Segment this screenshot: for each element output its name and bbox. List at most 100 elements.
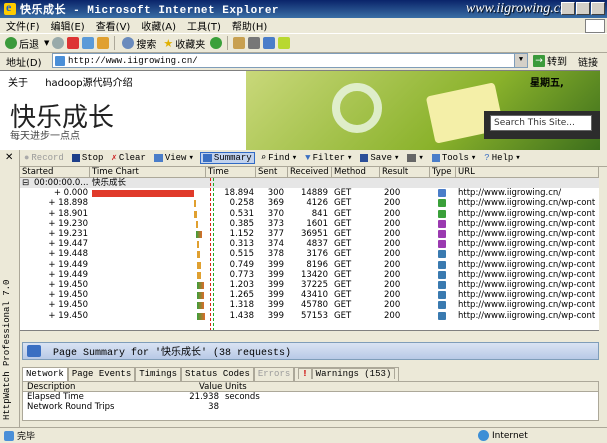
address-input[interactable]: http://www.iigrowing.cn/ ▼	[52, 53, 528, 68]
col-received[interactable]: Received	[288, 167, 332, 178]
history-icon[interactable]	[210, 37, 223, 49]
close-icon[interactable]: ✕	[5, 152, 13, 163]
globe-icon	[478, 430, 489, 441]
tab-status-codes[interactable]: Status Codes	[181, 367, 254, 381]
col-method[interactable]: Method	[332, 167, 380, 178]
refresh-icon[interactable]	[82, 37, 95, 49]
col-started[interactable]: Started	[20, 167, 90, 178]
collapse-icon[interactable]: ⊟	[22, 178, 29, 188]
favorites-button[interactable]: ★ 收藏夹	[161, 36, 207, 51]
table-row[interactable]: + 18.898 0.258 369 4126 GET 200 http://www.iig…	[20, 198, 599, 208]
menu-favorites[interactable]: 收藏(A)	[141, 18, 176, 33]
summary-col-units[interactable]: Units	[225, 382, 247, 392]
table-row[interactable]: + 18.901 0.531 370 841 GET 200 http://www.iigr…	[20, 209, 599, 219]
summary-col-description[interactable]: Description	[27, 382, 75, 392]
httpwatch-toolbar: ● Record Stop ✗ Clear View ▾ Summary ⌕ Find ▾…	[20, 150, 607, 167]
row-sent: 399	[267, 269, 284, 280]
col-sent[interactable]: Sent	[256, 167, 288, 178]
table-row[interactable]: + 19.447 0.313 374 4837 GET 200 http://www.iig…	[20, 239, 599, 249]
row-method: GET	[334, 290, 352, 301]
help-button[interactable]: ? Help ▾	[482, 153, 522, 163]
nav-about[interactable]: 关于	[8, 78, 28, 89]
mail-icon[interactable]	[233, 37, 246, 49]
search-button[interactable]: 搜索	[120, 36, 158, 51]
table-row[interactable]: + 19.450 1.203 399 37225 GET 200 http://www.ii…	[20, 280, 599, 290]
table-row[interactable]: + 19.450 1.318 399 45780 GET 200 http://www.ii…	[20, 300, 599, 310]
clear-button[interactable]: ✗ Clear	[109, 153, 147, 163]
home-icon[interactable]	[97, 37, 110, 49]
tab-timings[interactable]: Timings	[135, 367, 182, 381]
site-subtitle: 每天进步一点点	[10, 131, 80, 142]
record-button[interactable]: ● Record	[22, 153, 66, 163]
table-row[interactable]: + 0.000 18.894 300 14889 GET 200 http://www.ii…	[20, 188, 599, 198]
go-button[interactable]: → 转到	[533, 53, 567, 68]
tab-page-events[interactable]: Page Events	[67, 367, 136, 381]
row-method: GET	[334, 218, 352, 229]
chevron-down-icon[interactable]: ▼	[44, 39, 49, 47]
menu-edit[interactable]: 编辑(E)	[51, 18, 85, 33]
row-result: 200	[384, 198, 401, 209]
stop-button[interactable]: Stop	[70, 153, 106, 163]
summary-row[interactable]: Network Round Trips 38	[23, 402, 598, 412]
tab-warnings[interactable]: ! Warnings (153)	[294, 367, 400, 381]
print-button[interactable]: ▾	[405, 153, 425, 163]
row-started: + 18.901	[48, 208, 88, 219]
back-button[interactable]: 后退	[3, 36, 41, 51]
row-started: + 19.230	[48, 218, 88, 229]
table-row[interactable]: + 19.449 0.749 399 8196 GET 200 http://www.iig…	[20, 260, 599, 270]
menu-view[interactable]: 查看(V)	[96, 18, 131, 33]
row-url: http://www.iigrowing.cn/wp-cont	[458, 249, 596, 260]
site-search-input[interactable]: Search This Site...	[490, 115, 592, 131]
row-received: 37225	[300, 280, 328, 290]
star-icon: ★	[163, 36, 174, 50]
col-result[interactable]: Result	[380, 167, 430, 178]
col-time-chart[interactable]: Time Chart	[90, 167, 206, 178]
page-group-row[interactable]: ⊟ 00:00:00.0... 快乐成长	[20, 178, 599, 189]
address-dropdown-icon[interactable]: ▼	[514, 54, 527, 67]
forward-arrow-icon[interactable]	[52, 37, 65, 49]
summary-table: Description Value Units Elapsed Time 21.…	[22, 381, 599, 421]
menu-tools[interactable]: 工具(T)	[187, 18, 221, 33]
content-type-icon	[438, 189, 446, 198]
content-type-icon	[438, 199, 446, 208]
table-row[interactable]: + 19.449 0.773 399 13420 GET 200 http://www.ii…	[20, 270, 599, 280]
page-icon	[55, 55, 65, 66]
view-button[interactable]: View ▾	[152, 153, 196, 163]
menu-file[interactable]: 文件(F)	[6, 18, 40, 33]
summary-col-value[interactable]: Value	[199, 382, 222, 392]
col-time[interactable]: Time	[206, 167, 256, 178]
links-button[interactable]: 链接	[578, 54, 598, 69]
row-method: GET	[334, 208, 352, 219]
table-row[interactable]: + 19.448 0.515 378 3176 GET 200 http://www.iig…	[20, 249, 599, 259]
maximize-button[interactable]	[576, 2, 590, 15]
messenger-icon[interactable]	[278, 37, 291, 49]
table-row[interactable]: + 19.230 0.385 373 1601 GET 200 http://www.iig…	[20, 219, 599, 229]
nav-hadoop[interactable]: hadoop源代码介绍	[45, 78, 132, 89]
col-type[interactable]: Type	[430, 167, 456, 178]
watermark: www.iigrowing.cn	[465, 1, 567, 16]
tab-errors[interactable]: Errors	[253, 367, 295, 381]
menu-help[interactable]: 帮助(H)	[232, 18, 267, 33]
print-icon[interactable]	[248, 37, 261, 49]
find-button[interactable]: ⌕ Find ▾	[259, 153, 299, 163]
stop-icon[interactable]	[67, 37, 80, 49]
row-sent: 399	[267, 290, 284, 301]
summary-row[interactable]: Elapsed Time 21.938 seconds	[23, 392, 598, 402]
filter-button[interactable]: ▼ Filter ▾	[303, 153, 354, 163]
save-button[interactable]: Save ▾	[358, 153, 401, 163]
close-button[interactable]	[591, 2, 605, 15]
address-bar: 地址(D) http://www.iigrowing.cn/ ▼ → 转到 链接	[0, 53, 607, 69]
table-row[interactable]: + 19.450 1.265 399 43410 GET 200 http://www.ii…	[20, 290, 599, 300]
table-row[interactable]: + 19.450 1.438 399 57153 GET 200 http://www.ii…	[20, 311, 599, 321]
tools-button[interactable]: Tools ▾	[430, 153, 478, 163]
content-type-icon	[438, 230, 446, 238]
row-method: GET	[334, 300, 352, 311]
row-url: http://www.iigrowing.cn/	[458, 188, 562, 199]
table-row[interactable]: + 19.231 1.152 377 36951 GET 200 http://www.ii…	[20, 229, 599, 239]
edit-icon[interactable]	[263, 37, 276, 49]
row-result: 200	[384, 239, 401, 250]
summary-button[interactable]: Summary	[199, 152, 255, 164]
minimize-button[interactable]	[561, 2, 575, 15]
col-url[interactable]: URL	[456, 167, 599, 178]
tab-network[interactable]: Network	[22, 367, 68, 381]
